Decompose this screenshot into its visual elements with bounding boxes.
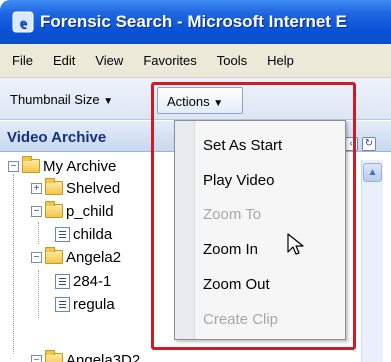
menu-icon-gutter [175, 121, 195, 339]
chevron-down-icon: ▼ [213, 98, 224, 109]
tree-item[interactable]: − My Archive [8, 155, 116, 177]
menu-favorites[interactable]: Favorites [143, 53, 196, 68]
menu-item-zoom-in[interactable]: Zoom In [203, 241, 258, 263]
tree-guide-line [38, 222, 39, 244]
actions-label: Actions [167, 94, 210, 109]
toolbar: Thumbnail Size ▼ Actions ▼ [0, 78, 391, 120]
expand-icon[interactable]: + [31, 182, 42, 194]
window-title: Forensic Search - Microsoft Internet E [40, 12, 348, 31]
collapse-icon[interactable]: ‹ [344, 137, 358, 151]
refresh-icon[interactable]: ↻ [362, 137, 376, 151]
video-file-icon [55, 226, 70, 242]
panel-title: Video Archive [7, 129, 107, 146]
folder-icon [45, 178, 63, 195]
collapse-icon[interactable]: − [8, 160, 19, 172]
tree-item[interactable]: regula [55, 293, 115, 315]
menu-tools[interactable]: Tools [217, 53, 247, 68]
title-bar: e Forensic Search - Microsoft Internet E [0, 0, 391, 44]
tree-item[interactable]: − Angela3D2 [31, 349, 140, 362]
menu-help[interactable]: Help [267, 53, 294, 68]
menu-item-zoom-to: Zoom To [203, 206, 262, 223]
menu-bar: File Edit View Favorites Tools Help [0, 44, 391, 78]
folder-open-icon [45, 350, 63, 362]
internet-explorer-icon: e [12, 11, 34, 33]
tree-item-label: Angela2 [66, 248, 122, 266]
folder-open-icon [22, 156, 40, 173]
video-file-icon [55, 296, 70, 312]
menu-edit[interactable]: Edit [53, 53, 75, 68]
thumbnail-size-button[interactable]: Thumbnail Size ▼ [10, 92, 113, 107]
actions-menu: Set As Start Play Video Zoom To Zoom In … [174, 120, 346, 340]
tree-scrollbar[interactable]: ▲ [361, 160, 383, 362]
scroll-up-icon[interactable]: ▲ [363, 163, 382, 182]
tree-item-label: p_child [66, 202, 114, 220]
tree-item-label: Shelved [66, 179, 121, 197]
tree-guide-line [13, 174, 14, 354]
tree-item[interactable]: childa [55, 223, 112, 245]
menu-view[interactable]: View [95, 53, 123, 68]
collapse-icon[interactable]: − [31, 354, 42, 362]
menu-item-set-as-start[interactable]: Set As Start [203, 137, 282, 159]
mouse-cursor-icon [287, 233, 304, 255]
svg-text:e: e [19, 15, 26, 32]
tree-item-label: childa [73, 225, 113, 243]
tree-item-label: My Archive [43, 157, 117, 175]
video-file-icon [55, 273, 70, 289]
tree-item-label: 284-1 [73, 272, 112, 290]
collapse-icon[interactable]: − [31, 251, 42, 263]
tree-item[interactable]: − p_child [31, 200, 114, 222]
tree-item-label: regula [73, 295, 115, 313]
chevron-down-icon: ▼ [103, 96, 114, 107]
collapse-icon[interactable]: − [31, 205, 42, 217]
tree-guide-line [38, 270, 39, 318]
menu-item-play-video[interactable]: Play Video [203, 172, 274, 194]
folder-open-icon [45, 201, 63, 218]
tree-item[interactable]: 284-1 [55, 270, 111, 292]
folder-open-icon [45, 247, 63, 264]
tree-item[interactable]: − Angela2 [31, 246, 121, 268]
actions-button[interactable]: Actions ▼ [157, 87, 243, 114]
menu-file[interactable]: File [12, 53, 33, 68]
menu-item-zoom-out[interactable]: Zoom Out [203, 276, 270, 298]
thumbnail-size-label: Thumbnail Size [10, 92, 100, 107]
tree-item-label: Angela3D2 [66, 351, 141, 362]
tree-item[interactable]: + Shelved [31, 177, 120, 199]
menu-item-create-clip: Create Clip [203, 311, 279, 328]
